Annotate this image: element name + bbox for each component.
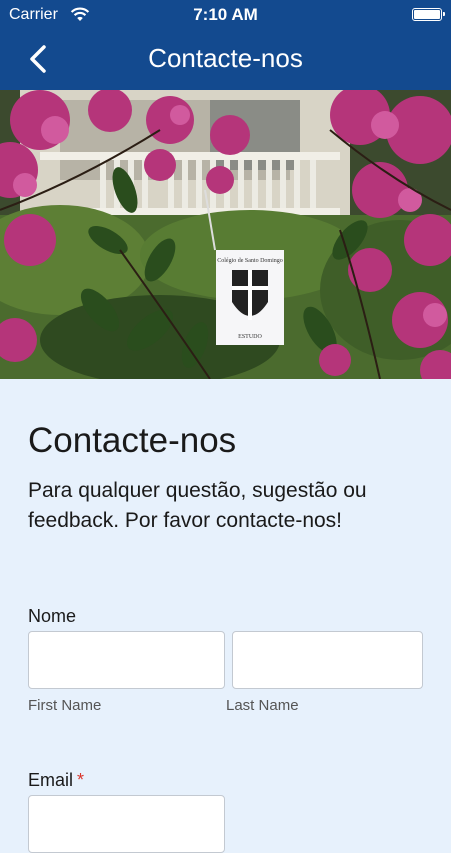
banner-subtitle: ESTUDO [238,334,262,340]
nav-bar: Contacte-nos [0,30,451,90]
last-name-input[interactable] [232,631,423,689]
name-label: Nome [28,606,77,626]
email-label-row: Email * [28,770,84,791]
status-bar: Carrier 7:10 AM [0,0,451,30]
form-heading: Contacte-nos [28,421,237,460]
battery-icon [412,8,445,21]
nav-title: Contacte-nos [148,43,303,73]
email-label: Email [28,770,74,790]
hero-image: Colégio de Santo Domingo ESTUDO [0,90,451,379]
clock: 7:10 AM [193,5,258,24]
first-name-input[interactable] [28,631,225,689]
last-name-sublabel: Last Name [226,697,299,714]
first-name-sublabel: First Name [28,697,102,714]
banner-title: Colégio de Santo Domingo [217,258,283,264]
email-input[interactable] [28,795,225,853]
form-description: Para qualquer questão, sugestão ou feedb… [28,479,367,532]
required-marker: * [77,770,85,790]
contact-form-section: Contacte-nos Para qualquer questão, suge… [0,379,451,853]
